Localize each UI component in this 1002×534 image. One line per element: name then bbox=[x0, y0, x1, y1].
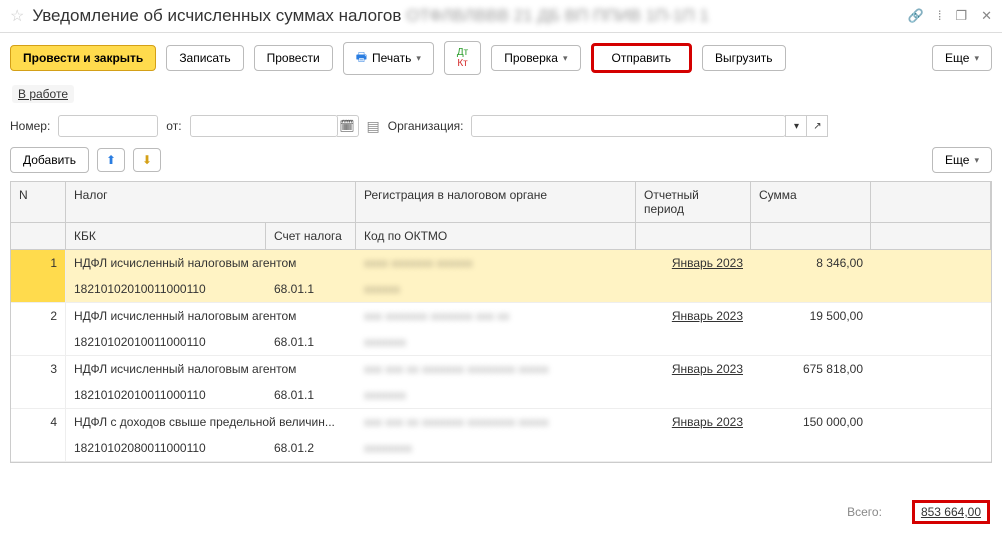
date-input[interactable] bbox=[190, 115, 338, 137]
toolbar-row2: Добавить ⬆ ⬇ Еще bbox=[0, 147, 1002, 181]
record-button[interactable]: Записать bbox=[166, 45, 243, 71]
cell-n: 1 bbox=[11, 250, 66, 276]
cell-sum: 19 500,00 bbox=[751, 303, 871, 329]
cell-n: 2 bbox=[11, 303, 66, 329]
header-registration[interactable]: Регистрация в налоговом органе bbox=[356, 182, 636, 223]
cell-oktmo: ххххххх bbox=[356, 329, 636, 355]
header-sum2 bbox=[751, 223, 871, 250]
cell-acct: 68.01.1 bbox=[266, 276, 356, 302]
cell-kbk: 18210102010011000110 bbox=[66, 276, 266, 302]
cell-kbk: 18210102010011000110 bbox=[66, 382, 266, 408]
header-spacer bbox=[871, 182, 991, 223]
grid-body: 1 НДФЛ исчисленный налоговым агентом ххх… bbox=[11, 250, 991, 462]
cell-sum: 150 000,00 bbox=[751, 409, 871, 435]
titlebar: ☆ Уведомление об исчисленных суммах нало… bbox=[0, 0, 1002, 33]
cell-reg: хххх ххххххх хххххх bbox=[356, 250, 636, 276]
submit-and-close-button[interactable]: Провести и закрыть bbox=[10, 45, 156, 71]
cell-tax: НДФЛ исчисленный налоговым агентом bbox=[66, 356, 356, 382]
header-period2 bbox=[636, 223, 751, 250]
from-label: от: bbox=[166, 119, 181, 133]
window-title: Уведомление об исчисленных суммах налого… bbox=[32, 6, 907, 26]
cell-period[interactable]: Январь 2023 bbox=[636, 250, 751, 276]
total-value[interactable]: 853 664,00 bbox=[912, 500, 990, 524]
add-button[interactable]: Добавить bbox=[10, 147, 89, 173]
grid-more-button[interactable]: Еще bbox=[932, 147, 992, 173]
footer: Всего: 853 664,00 bbox=[847, 500, 990, 524]
cell-n: 4 bbox=[11, 409, 66, 435]
cell-n: 3 bbox=[11, 356, 66, 382]
cell-acct: 68.01.1 bbox=[266, 329, 356, 355]
toolbar: Провести и закрыть Записать Провести 🖶Пе… bbox=[0, 33, 1002, 83]
cell-reg: ххх ххх хх ххххххх хххххххх ххххх bbox=[356, 409, 636, 435]
cell-tax: НДФЛ исчисленный налоговым агентом bbox=[66, 250, 356, 276]
header-period[interactable]: Отчетный период bbox=[636, 182, 751, 223]
table-row[interactable]: 3 НДФЛ исчисленный налоговым агентом ххх… bbox=[11, 356, 991, 409]
header-n2 bbox=[11, 223, 66, 250]
export-button[interactable]: Выгрузить bbox=[702, 45, 786, 71]
move-up-button[interactable]: ⬆ bbox=[97, 148, 125, 172]
form-row: Номер: от: 🗓 ▤ Организация: ▾ ↗ bbox=[0, 111, 1002, 147]
dtk-button[interactable]: ДтКт bbox=[444, 41, 481, 75]
status-link[interactable]: В работе bbox=[12, 85, 74, 103]
header-kbk[interactable]: КБК bbox=[66, 223, 266, 250]
header-oktmo[interactable]: Код по ОКТМО bbox=[356, 223, 636, 250]
cell-kbk: 18210102080011000110 bbox=[66, 435, 266, 461]
header-spacer2 bbox=[871, 223, 991, 250]
cell-reg: ххх ххххххх ххххххх ххх хх bbox=[356, 303, 636, 329]
table-row[interactable]: 4 НДФЛ с доходов свыше предельной величи… bbox=[11, 409, 991, 462]
cell-period[interactable]: Январь 2023 bbox=[636, 356, 751, 382]
calendar-icon[interactable]: 🗓 bbox=[337, 115, 359, 137]
cell-oktmo: хххххххх bbox=[356, 435, 636, 461]
cell-tax: НДФЛ исчисленный налоговым агентом bbox=[66, 303, 356, 329]
org-dropdown-icon[interactable]: ▾ bbox=[785, 115, 807, 137]
cell-sum: 8 346,00 bbox=[751, 250, 871, 276]
settings-icon[interactable]: ⁞ bbox=[938, 8, 942, 24]
printer-icon: 🖶 bbox=[356, 48, 367, 69]
org-open-icon[interactable]: ↗ bbox=[806, 115, 828, 137]
cell-n2 bbox=[11, 435, 66, 461]
link-icon[interactable]: 🔗 bbox=[908, 8, 924, 24]
cell-n2 bbox=[11, 329, 66, 355]
cell-reg: ххх ххх хх ххххххх хххххххх ххххх bbox=[356, 356, 636, 382]
org-label: Организация: bbox=[388, 119, 464, 133]
window-restore-icon[interactable]: ❐ bbox=[955, 8, 967, 24]
cell-oktmo: ххххххх bbox=[356, 382, 636, 408]
cell-n2 bbox=[11, 276, 66, 302]
header-tax[interactable]: Налог bbox=[66, 182, 356, 223]
org-icon: ▤ bbox=[367, 118, 380, 135]
header-sum[interactable]: Сумма bbox=[751, 182, 871, 223]
print-button[interactable]: 🖶Печать bbox=[343, 42, 434, 75]
close-icon[interactable]: ✕ bbox=[981, 8, 992, 24]
dtk-icon: ДтКт bbox=[457, 47, 468, 69]
header-n[interactable]: N bbox=[11, 182, 66, 223]
cell-period[interactable]: Январь 2023 bbox=[636, 409, 751, 435]
header-account[interactable]: Счет налога bbox=[266, 223, 356, 250]
cell-oktmo: хххххх bbox=[356, 276, 636, 302]
number-input[interactable] bbox=[58, 115, 158, 137]
status-row: В работе bbox=[0, 83, 1002, 111]
cell-tax: НДФЛ с доходов свыше предельной величин.… bbox=[66, 409, 356, 435]
submit-button[interactable]: Провести bbox=[254, 45, 333, 71]
cell-sum: 675 818,00 bbox=[751, 356, 871, 382]
move-down-button[interactable]: ⬇ bbox=[133, 148, 161, 172]
number-label: Номер: bbox=[10, 119, 50, 133]
cell-n2 bbox=[11, 382, 66, 408]
total-label: Всего: bbox=[847, 505, 882, 519]
cell-kbk: 18210102010011000110 bbox=[66, 329, 266, 355]
more-button[interactable]: Еще bbox=[932, 45, 992, 71]
cell-period[interactable]: Январь 2023 bbox=[636, 303, 751, 329]
org-input[interactable] bbox=[471, 115, 786, 137]
cell-acct: 68.01.2 bbox=[266, 435, 356, 461]
check-button[interactable]: Проверка bbox=[491, 45, 580, 71]
table-row[interactable]: 1 НДФЛ исчисленный налоговым агентом ххх… bbox=[11, 250, 991, 303]
cell-acct: 68.01.1 bbox=[266, 382, 356, 408]
favorite-icon[interactable]: ☆ bbox=[10, 6, 24, 26]
grid: N Налог Регистрация в налоговом органе О… bbox=[10, 181, 992, 463]
send-button[interactable]: Отправить bbox=[591, 43, 693, 73]
table-row[interactable]: 2 НДФЛ исчисленный налоговым агентом ххх… bbox=[11, 303, 991, 356]
